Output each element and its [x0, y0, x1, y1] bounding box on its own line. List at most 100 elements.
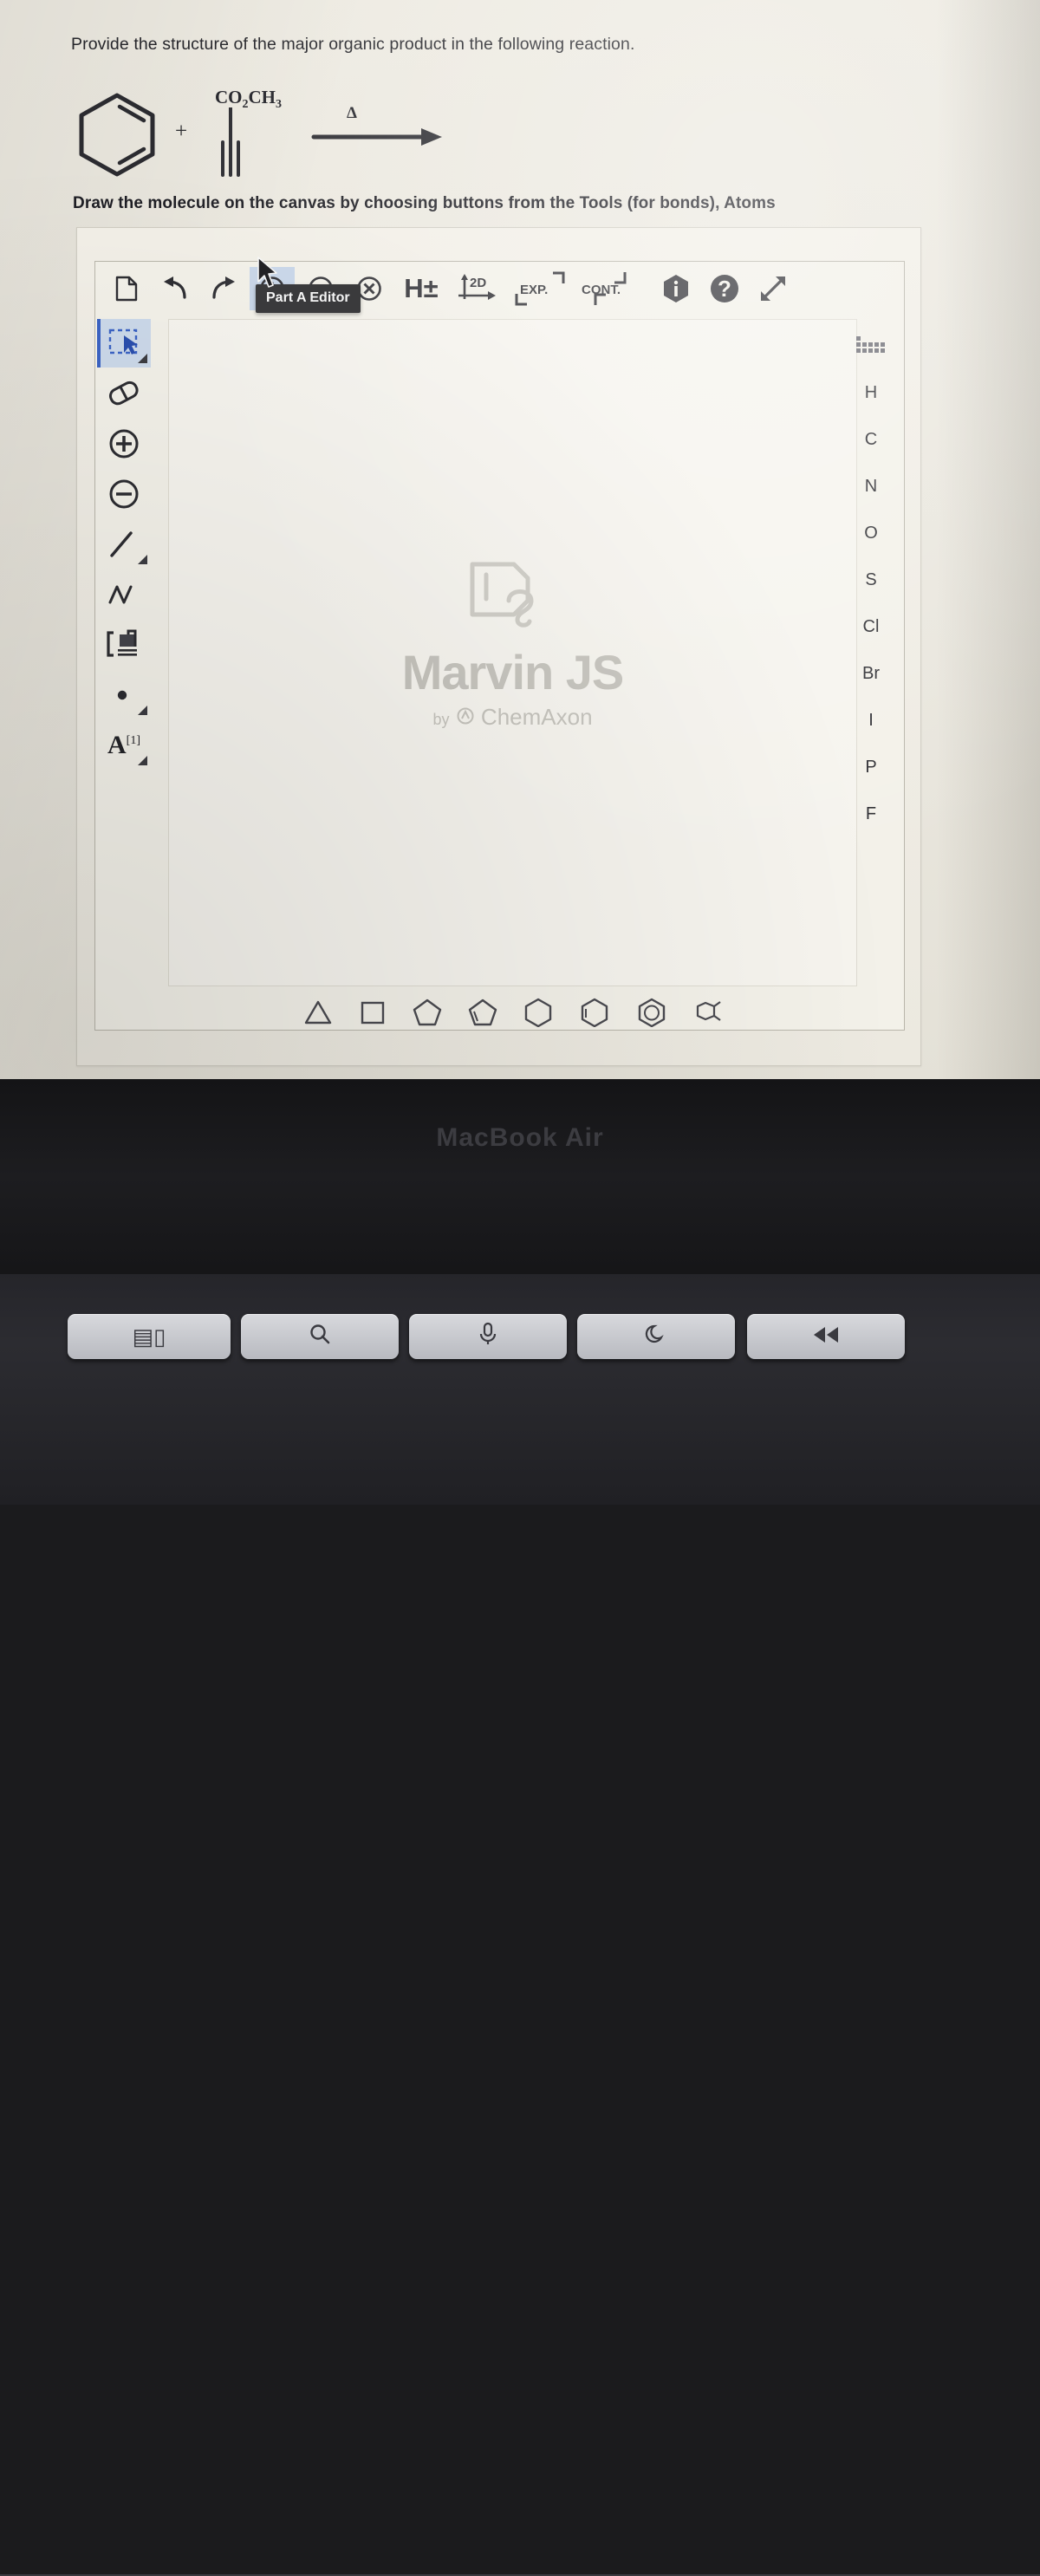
- drawing-instruction: Draw the molecule on the canvas by choos…: [73, 194, 776, 212]
- zigzag-chain-icon: [108, 585, 133, 604]
- atom-label-index: [1]: [126, 734, 140, 747]
- plus-circle-icon: [109, 429, 139, 459]
- dictation-key[interactable]: [409, 1314, 567, 1359]
- screen-vignette: [936, 0, 1040, 1088]
- watermark-title: Marvin JS: [401, 645, 625, 699]
- help-button[interactable]: ?: [702, 267, 747, 310]
- cyclohexene-template-button[interactable]: [579, 998, 610, 1031]
- new-document-button[interactable]: [104, 267, 149, 310]
- search-icon: [309, 1323, 331, 1351]
- element-button-c[interactable]: C: [843, 416, 899, 463]
- svg-text:?: ?: [718, 276, 731, 302]
- watermark-vendor: ChemAxon: [480, 704, 593, 730]
- laptop-bezel: [0, 1079, 1040, 1296]
- tool-dropdown-indicator[interactable]: [138, 756, 147, 765]
- atom-label-letter: A: [107, 731, 127, 759]
- editor-top-toolbar: H± 2D EXP. CONT. ?: [95, 262, 906, 315]
- marvinjs-watermark: Marvin JS by ChemAxon: [169, 552, 856, 731]
- element-button-i[interactable]: I: [843, 697, 899, 744]
- atom-label-icon: A[1]: [107, 731, 140, 760]
- laptop-screen: Provide the structure of the major organ…: [0, 0, 1040, 1088]
- dot-icon: [117, 690, 127, 700]
- question-prompt: Provide the structure of the major organ…: [71, 35, 635, 54]
- information-button[interactable]: [653, 267, 699, 310]
- element-button-h[interactable]: H: [843, 369, 899, 416]
- molecule-canvas[interactable]: Marvin JS by ChemAxon: [168, 319, 857, 986]
- editor-tools-rail: A[1]: [95, 315, 153, 1031]
- atom-label-tool-button[interactable]: A[1]: [97, 721, 151, 770]
- moon-icon: [645, 1323, 667, 1351]
- do-not-disturb-key[interactable]: [577, 1314, 735, 1359]
- cyclohexane-template-button[interactable]: [523, 998, 553, 1031]
- cyclopentadiene-icon: [468, 999, 497, 1025]
- element-button-p[interactable]: P: [843, 744, 899, 790]
- element-button-o[interactable]: O: [843, 510, 899, 556]
- previous-track-key[interactable]: [747, 1314, 905, 1359]
- lone-pair-tool-button[interactable]: [97, 671, 151, 719]
- eraser-tool-button[interactable]: [97, 369, 151, 418]
- single-bond-tool-button[interactable]: [97, 520, 151, 569]
- custom-template-button[interactable]: [693, 998, 723, 1031]
- question-circle-icon: ?: [711, 275, 738, 302]
- add-remove-hydrogens-button[interactable]: H±: [395, 267, 447, 310]
- element-button-f[interactable]: F: [843, 790, 899, 837]
- laptop-keyboard-deck: [0, 1274, 1040, 2576]
- redo-arrow-icon: [212, 276, 235, 299]
- cyclohexadiene-structure: [79, 93, 155, 177]
- editor-page-frame: H± 2D EXP. CONT. ? A[1] Marvin JS by Che…: [76, 227, 921, 1066]
- element-button-n[interactable]: N: [843, 463, 899, 510]
- element-button-cl[interactable]: Cl: [843, 603, 899, 650]
- single-bond-icon: [110, 531, 133, 557]
- chain-tool-button[interactable]: [97, 570, 151, 619]
- expand-arrows-icon: [761, 276, 785, 301]
- bracket-group-icon: [107, 629, 137, 657]
- mission-control-key[interactable]: ▤▯: [68, 1314, 231, 1359]
- eraser-icon: [108, 381, 139, 406]
- rewind-icon: [811, 1324, 841, 1350]
- reagent-label-ch: CH: [248, 87, 276, 107]
- contract-icon: CONT.: [582, 272, 627, 305]
- element-button-br[interactable]: Br: [843, 650, 899, 697]
- reaction-scheme: + CO2CH3 Δ: [69, 85, 485, 180]
- cyclopentadiene-template-button[interactable]: [468, 998, 497, 1031]
- marvinjs-editor: H± 2D EXP. CONT. ? A[1] Marvin JS by Che…: [94, 261, 905, 1031]
- periodic-table-icon: [856, 336, 885, 353]
- tool-dropdown-indicator[interactable]: [138, 354, 147, 363]
- benzene-icon: [638, 998, 665, 1027]
- decrease-charge-tool-button[interactable]: [97, 470, 151, 518]
- custom-structure-icon: [696, 1000, 721, 1021]
- redo-button[interactable]: [201, 267, 246, 310]
- hexagon-icon: [524, 998, 551, 1027]
- clean-2d-icon: 2D: [458, 274, 496, 300]
- marvinjs-logo-icon: [470, 562, 533, 628]
- cyclohexene-icon: [581, 998, 608, 1027]
- cyclobutane-template-button[interactable]: [359, 999, 387, 1031]
- fullscreen-button[interactable]: [751, 267, 796, 310]
- contract-groups-button[interactable]: CONT.: [575, 267, 650, 310]
- clean-2d-button[interactable]: 2D: [451, 267, 504, 310]
- cyclopropane-template-button[interactable]: [303, 999, 333, 1031]
- triangle-icon: [304, 1000, 331, 1024]
- watermark-vendor-line: by ChemAxon: [169, 704, 856, 731]
- tool-dropdown-indicator[interactable]: [138, 555, 147, 564]
- mouse-cursor: [257, 257, 279, 296]
- plus-operator: +: [175, 120, 188, 143]
- chemaxon-logo-icon: [456, 704, 475, 731]
- periodic-table-button[interactable]: [843, 322, 899, 369]
- undo-button[interactable]: [153, 267, 198, 310]
- minus-circle-icon: [109, 479, 139, 509]
- element-button-s[interactable]: S: [843, 556, 899, 603]
- mission-control-glyph: ▤▯: [132, 1323, 166, 1350]
- increase-charge-tool-button[interactable]: [97, 420, 151, 468]
- expand-groups-button[interactable]: EXP.: [508, 267, 572, 310]
- expand-label: EXP.: [520, 283, 548, 297]
- undo-arrow-icon: [164, 276, 186, 299]
- tool-dropdown-indicator[interactable]: [138, 706, 147, 715]
- spotlight-search-key[interactable]: [241, 1314, 399, 1359]
- reagent-label-sub3: 3: [276, 98, 282, 112]
- watermark-by: by: [432, 711, 450, 728]
- bracket-tool-button[interactable]: [97, 621, 151, 669]
- selection-tool-button[interactable]: [97, 319, 151, 368]
- cyclopentane-template-button[interactable]: [413, 998, 442, 1031]
- benzene-template-button[interactable]: [636, 998, 667, 1031]
